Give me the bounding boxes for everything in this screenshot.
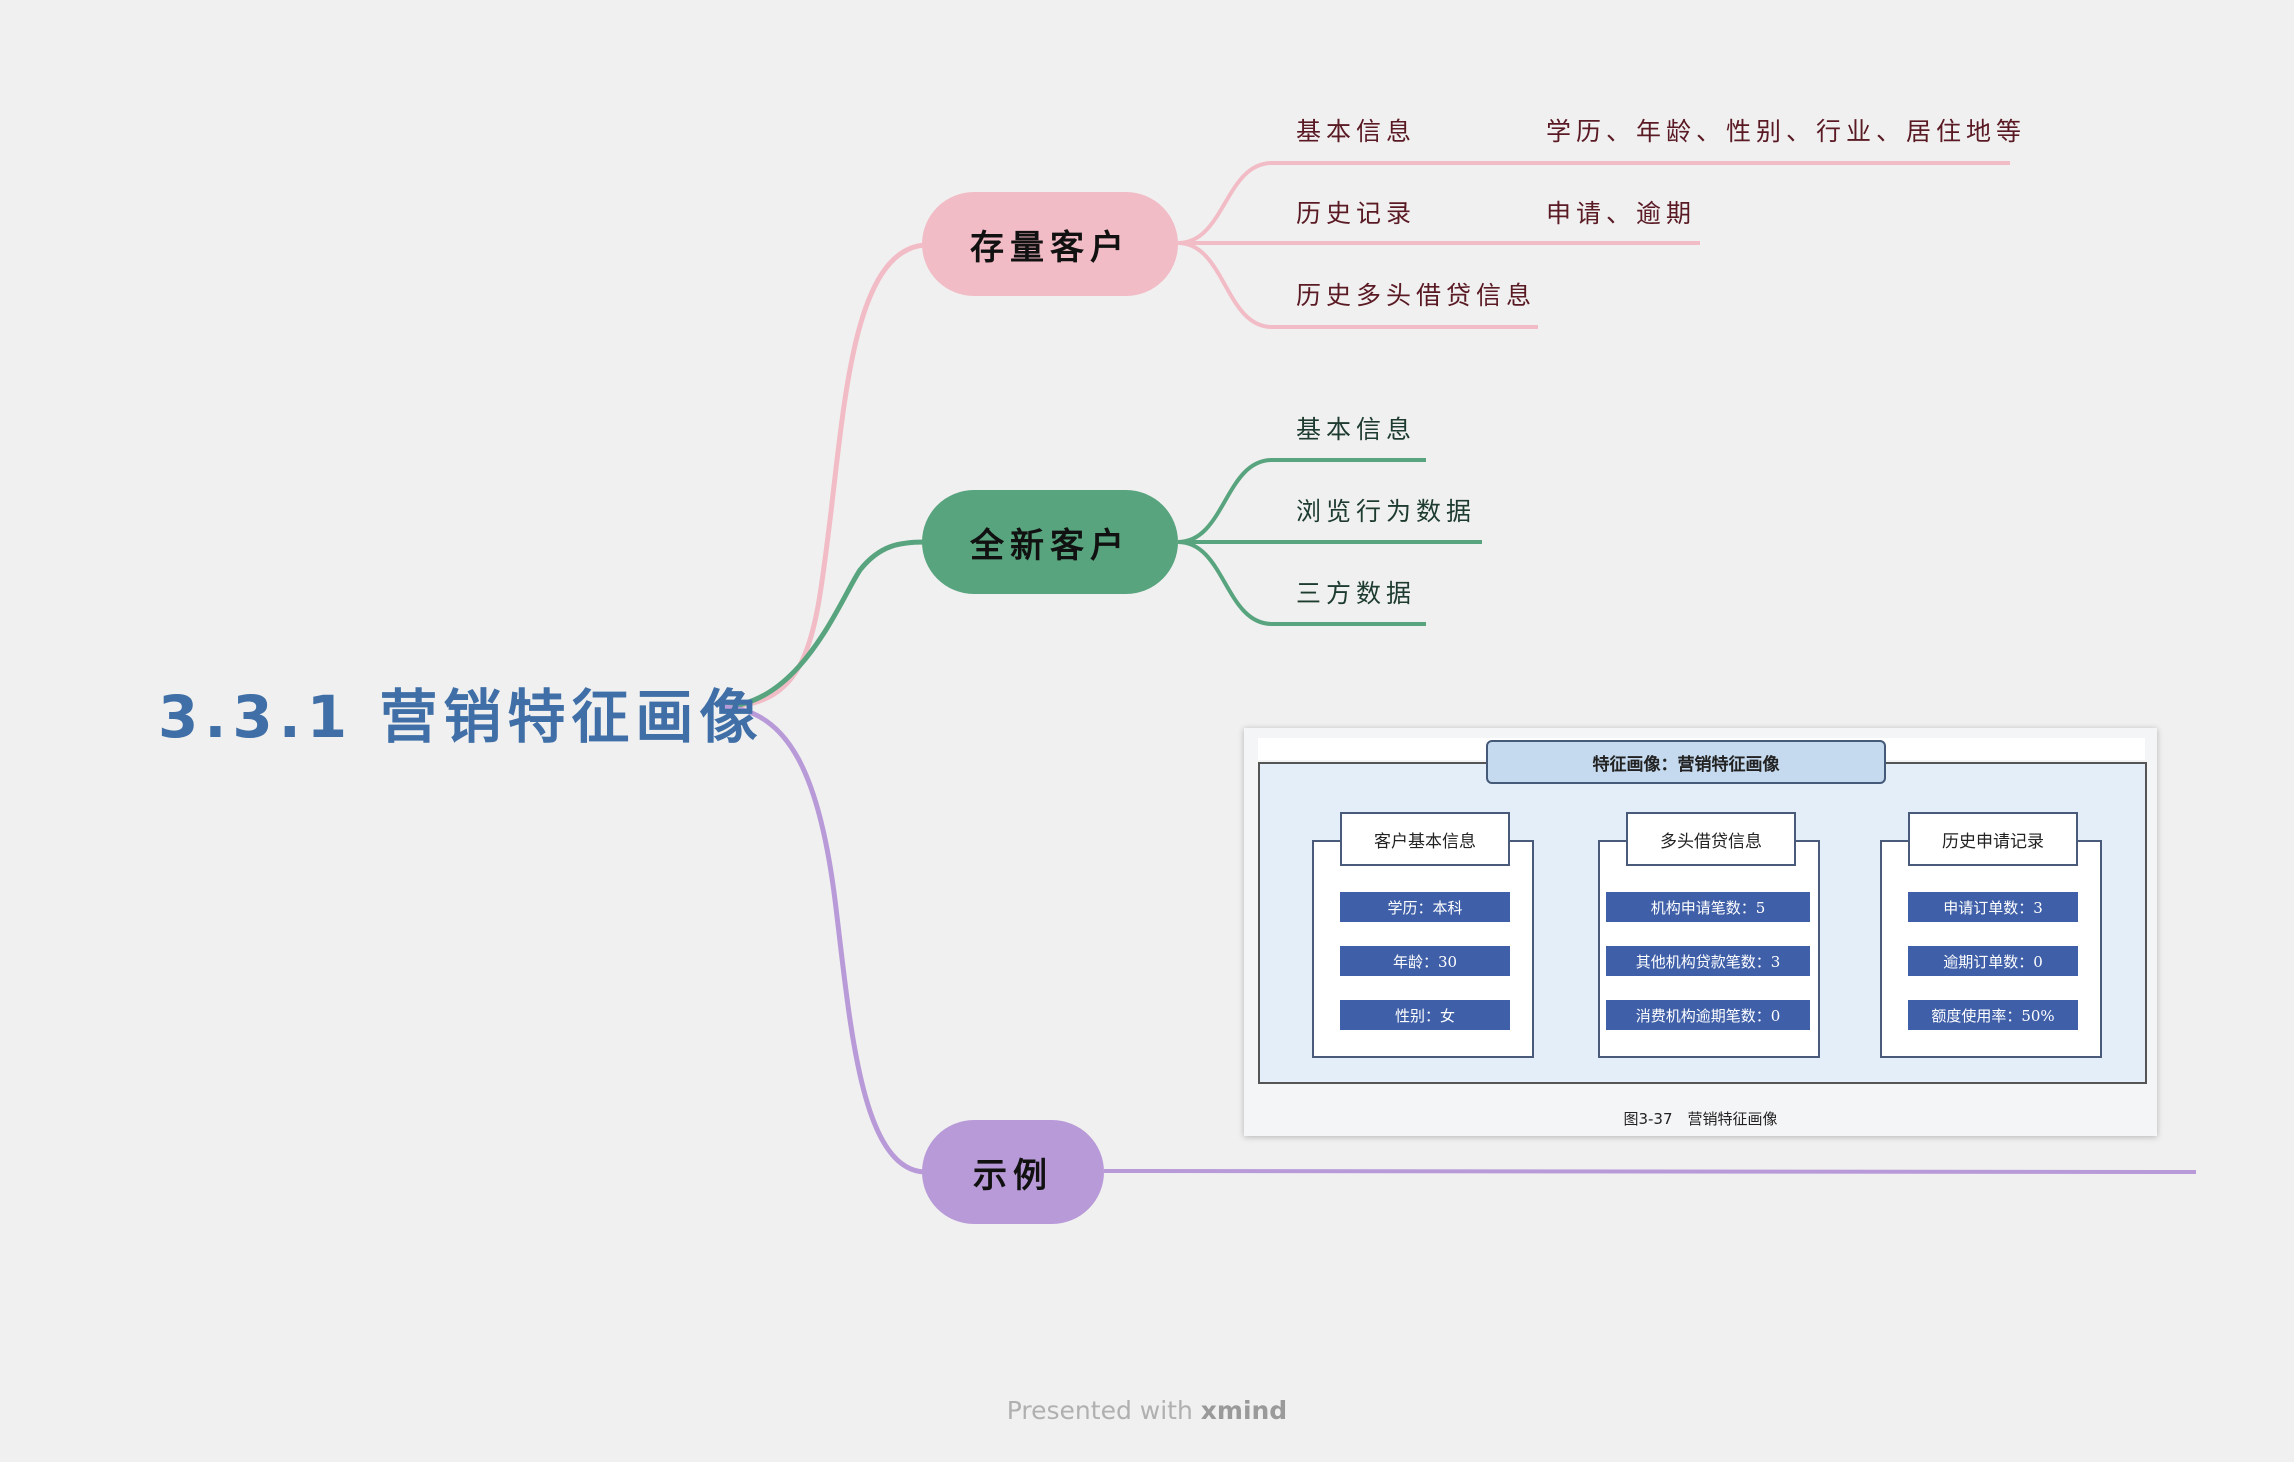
- figure-panel-item: 机构申请笔数：5: [1606, 892, 1810, 922]
- figure-panel-item: 其他机构贷款笔数：3: [1606, 946, 1810, 976]
- leaf-browse-behavior[interactable]: 浏览行为数据: [1296, 492, 1476, 528]
- figure-panel-item: 学历：本科: [1340, 892, 1510, 922]
- figure-panel-item: 逾期订单数：0: [1908, 946, 2078, 976]
- leaf-link-example: [1103, 1169, 2197, 1174]
- branch-example[interactable]: 示例: [922, 1120, 1104, 1224]
- footer-prefix: Presented with: [1006, 1396, 1201, 1425]
- leaf-basic-info[interactable]: 基本信息: [1296, 112, 1416, 148]
- root-topic[interactable]: 3.3.1 营销特征画像: [158, 670, 763, 754]
- branch-label: 存量客户: [970, 227, 1130, 268]
- branch-existing-customers[interactable]: 存量客户: [922, 192, 1178, 296]
- figure-panel-title: 多头借贷信息: [1626, 812, 1796, 866]
- figure-panel-item: 申请订单数：3: [1908, 892, 2078, 922]
- leaf-new-basic-info[interactable]: 基本信息: [1296, 410, 1416, 446]
- branch-new-customers[interactable]: 全新客户: [922, 490, 1178, 594]
- figure-panel-title: 历史申请记录: [1908, 812, 2078, 866]
- leaf-basic-info-detail[interactable]: 学历、年龄、性别、行业、居住地等: [1546, 112, 2026, 148]
- example-figure-image[interactable]: 特征画像：营销特征画像 17 客户基本信息 学历：本科 年龄：30 性别：女 多…: [1244, 728, 2157, 1136]
- figure-panel-item: 性别：女: [1340, 1000, 1510, 1030]
- figure-panel-title: 客户基本信息: [1340, 812, 1510, 866]
- xmind-logo-text: xmind: [1200, 1396, 1288, 1425]
- leaf-third-party-data[interactable]: 三方数据: [1296, 574, 1416, 610]
- leaf-history-record[interactable]: 历史记录: [1296, 194, 1416, 230]
- figure-panel-item: 消费机构逾期笔数：0: [1606, 1000, 1810, 1030]
- figure-panel-item: 额度使用率：50%: [1908, 1000, 2078, 1030]
- figure-title: 特征画像：营销特征画像: [1486, 740, 1886, 784]
- branch-label: 示例: [973, 1155, 1053, 1196]
- figure-panel-item: 年龄：30: [1340, 946, 1510, 976]
- branch-label: 全新客户: [970, 525, 1130, 566]
- leaf-history-record-detail[interactable]: 申请、逾期: [1546, 194, 1696, 230]
- figure-caption: 图3-37 营销特征画像: [1623, 1110, 1778, 1128]
- leaf-multi-loan-history[interactable]: 历史多头借贷信息: [1296, 276, 1536, 312]
- branch-link-example: [719, 704, 926, 1175]
- presented-with-footer[interactable]: Presented with xmind: [0, 1396, 2294, 1425]
